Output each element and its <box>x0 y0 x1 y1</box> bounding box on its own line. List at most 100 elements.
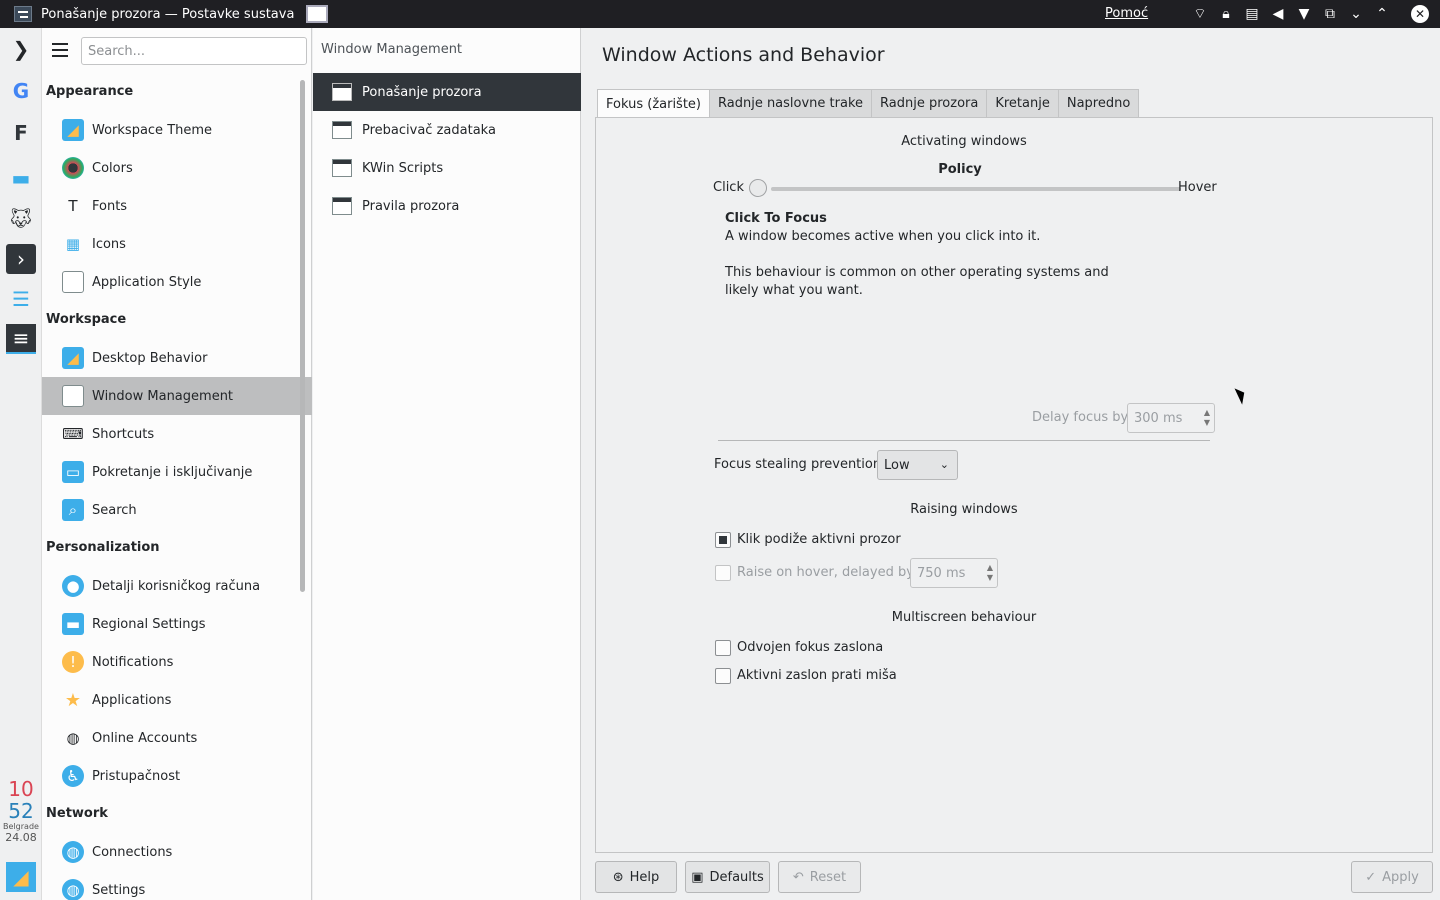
terminal-icon[interactable]: › <box>6 244 36 274</box>
accessibility-icon: ♿︎ <box>62 765 84 787</box>
clock-minute: 52 <box>8 799 34 823</box>
hover-raise-checkbox[interactable] <box>715 565 731 581</box>
policy-slider-handle[interactable] <box>749 179 767 197</box>
help-menu[interactable]: Pomoć <box>1105 6 1148 21</box>
sidebar-item-connections[interactable]: ◍ Connections <box>42 833 312 871</box>
sidebar-item-notifications[interactable]: ! Notifications <box>42 643 312 681</box>
sidebar-item-application-style[interactable]: Application Style <box>42 263 312 301</box>
wallpaper-icon[interactable]: ◢ <box>6 862 36 892</box>
volume-icon[interactable]: ◀ <box>1268 4 1288 24</box>
apply-button[interactable]: ✓ Apply <box>1351 861 1433 893</box>
fonts-icon: T <box>68 197 78 215</box>
display-icon[interactable]: ⧉ <box>1320 4 1340 24</box>
search-input[interactable] <box>81 37 307 65</box>
chevron-down-icon: ⌄ <box>939 458 949 471</box>
chevron-right-icon[interactable]: ❯ <box>6 34 36 64</box>
activating-windows-heading: Activating windows <box>901 134 1027 149</box>
separate-focus-checkbox[interactable] <box>715 640 731 656</box>
sidebar-item-desktop-behavior[interactable]: ◢ Desktop Behavior <box>42 339 312 377</box>
colors-icon <box>62 157 84 179</box>
sidebar-item-icons[interactable]: ▦ Icons <box>42 225 312 263</box>
policy-description-2: This behaviour is common on other operat… <box>725 265 1109 280</box>
sidebar-item-user-account[interactable]: ● Detalji korisničkog računa <box>42 567 312 605</box>
minimize-icon[interactable]: ⌄ <box>1346 4 1366 24</box>
sidebar-item-applications[interactable]: ★ Applications <box>42 681 312 719</box>
policy-slider-track[interactable] <box>771 187 1181 191</box>
kwin-scripts-icon <box>332 159 352 177</box>
sidebar-item-search[interactable]: ⌕ Search <box>42 491 312 529</box>
checkmark-icon: ✓ <box>1365 869 1377 885</box>
hover-raise-value: 750 ms <box>917 565 966 581</box>
network-settings-icon: ◍ <box>62 879 84 900</box>
window-management-icon <box>62 385 84 407</box>
hamburger-menu-icon[interactable] <box>52 43 68 57</box>
defaults-button[interactable]: ▣ Defaults <box>685 861 770 893</box>
text-editor-icon[interactable]: ☰ <box>6 284 36 314</box>
module-item-task-switcher[interactable]: Prebacivač zadataka <box>313 111 581 149</box>
sidebar-scrollbar[interactable] <box>300 80 305 592</box>
reset-button[interactable]: ↶ Reset <box>778 861 861 893</box>
focus-stealing-label: Focus stealing prevention <box>714 457 882 472</box>
system-settings-icon[interactable]: ≡ <box>6 324 36 354</box>
tab-titlebar-actions[interactable]: Radnje naslovne trake <box>709 89 873 117</box>
sidebar-item-network-settings[interactable]: ◍ Settings <box>42 871 312 900</box>
hover-raise-spinbox[interactable]: 750 ms ▲ ▼ <box>910 558 998 588</box>
raising-windows-heading: Raising windows <box>910 502 1018 517</box>
category-heading-personalization: Personalization <box>46 540 160 555</box>
module-item-window-rules[interactable]: Pravila prozora <box>313 187 581 225</box>
clipboard-icon[interactable]: ▤ <box>1242 4 1262 24</box>
sidebar-item-online-accounts[interactable]: ◍ Online Accounts <box>42 719 312 757</box>
tab-focus[interactable]: Fokus (žarište) <box>597 89 710 118</box>
module-item-window-behavior[interactable]: Ponašanje prozora <box>313 73 581 111</box>
click-raise-checkbox[interactable] <box>715 532 731 548</box>
sidebar-item-startup-shutdown[interactable]: ▭ Pokretanje i isključivanje <box>42 453 312 491</box>
slider-max-label: Hover <box>1178 180 1217 195</box>
sidebar-item-window-management[interactable]: Window Management <box>42 377 312 415</box>
content-area: Window Actions and Behavior Fokus (žariš… <box>582 28 1440 900</box>
tab-advanced[interactable]: Napredno <box>1057 89 1140 117</box>
globe-icon: ◍ <box>66 729 80 747</box>
sidebar-item-colors[interactable]: Colors <box>42 149 312 187</box>
window-title: Ponašanje prozora — Postavke sustava <box>41 6 295 22</box>
title-bar: Ponašanje prozora — Postavke sustava Pom… <box>0 0 1440 28</box>
sidebar-item-accessibility[interactable]: ♿︎ Pristupačnost <box>42 757 312 795</box>
clock-widget[interactable]: 10 52 Belgrade 24.08 <box>0 778 42 844</box>
clock-city: Belgrade <box>3 822 39 831</box>
category-sidebar: Appearance ◢Workspace Theme Colors TFont… <box>42 28 312 900</box>
close-icon[interactable]: ✕ <box>1411 5 1429 23</box>
tab-movement[interactable]: Kretanje <box>986 89 1059 117</box>
tab-bar: Fokus (žarište) Radnje naslovne trake Ra… <box>597 89 1140 118</box>
hover-raise-label: Raise on hover, delayed by <box>737 565 914 580</box>
regional-settings-icon: ▬ <box>62 613 84 635</box>
sidebar-item-workspace-theme[interactable]: ◢ Workspace Theme <box>42 111 312 149</box>
focus-stealing-dropdown[interactable]: Low ⌄ <box>877 450 958 480</box>
dropdown-arrow-icon[interactable]: ▼ <box>1294 4 1314 24</box>
delay-focus-value: 300 ms <box>1134 410 1183 426</box>
follow-mouse-label: Aktivni zaslon prati miša <box>737 668 897 683</box>
lock-icon[interactable]: 🔒︎ <box>1216 4 1236 24</box>
module-list: Window Management Ponašanje prozora Preb… <box>313 28 581 900</box>
sidebar-item-regional-settings[interactable]: ▬ Regional Settings <box>42 605 312 643</box>
spin-arrows-icon[interactable]: ▲ ▼ <box>1204 408 1210 428</box>
font-viewer-icon[interactable]: F <box>6 118 36 148</box>
maximize-icon[interactable]: ⌃ <box>1372 4 1392 24</box>
google-chrome-icon[interactable]: G <box>6 76 36 106</box>
multiscreen-heading: Multiscreen behaviour <box>891 610 1037 625</box>
delay-focus-spinbox[interactable]: 300 ms ▲ ▼ <box>1127 403 1215 433</box>
follow-mouse-checkbox[interactable] <box>715 668 731 684</box>
gimp-icon[interactable]: 🐺︎ <box>6 203 36 233</box>
help-button[interactable]: ⊛ Help <box>595 861 677 893</box>
folder-icon[interactable]: ▬ <box>6 163 36 193</box>
sidebar-item-fonts[interactable]: T Fonts <box>42 187 312 225</box>
search-icon: ⌕ <box>62 499 84 521</box>
icons-icon: ▦ <box>65 235 81 253</box>
spin-arrows-icon[interactable]: ▲ ▼ <box>987 563 993 583</box>
tab-window-actions[interactable]: Radnje prozora <box>871 89 988 117</box>
policy-description-3: likely what you want. <box>725 283 863 298</box>
window-thumbnail-icon[interactable] <box>306 5 329 23</box>
category-heading-network: Network <box>46 806 108 821</box>
module-item-kwin-scripts[interactable]: KWin Scripts <box>313 149 581 187</box>
sidebar-item-shortcuts[interactable]: ⌨ Shortcuts <box>42 415 312 453</box>
wifi-icon[interactable]: ⌔ <box>1190 4 1210 24</box>
user-account-icon: ● <box>62 575 84 597</box>
